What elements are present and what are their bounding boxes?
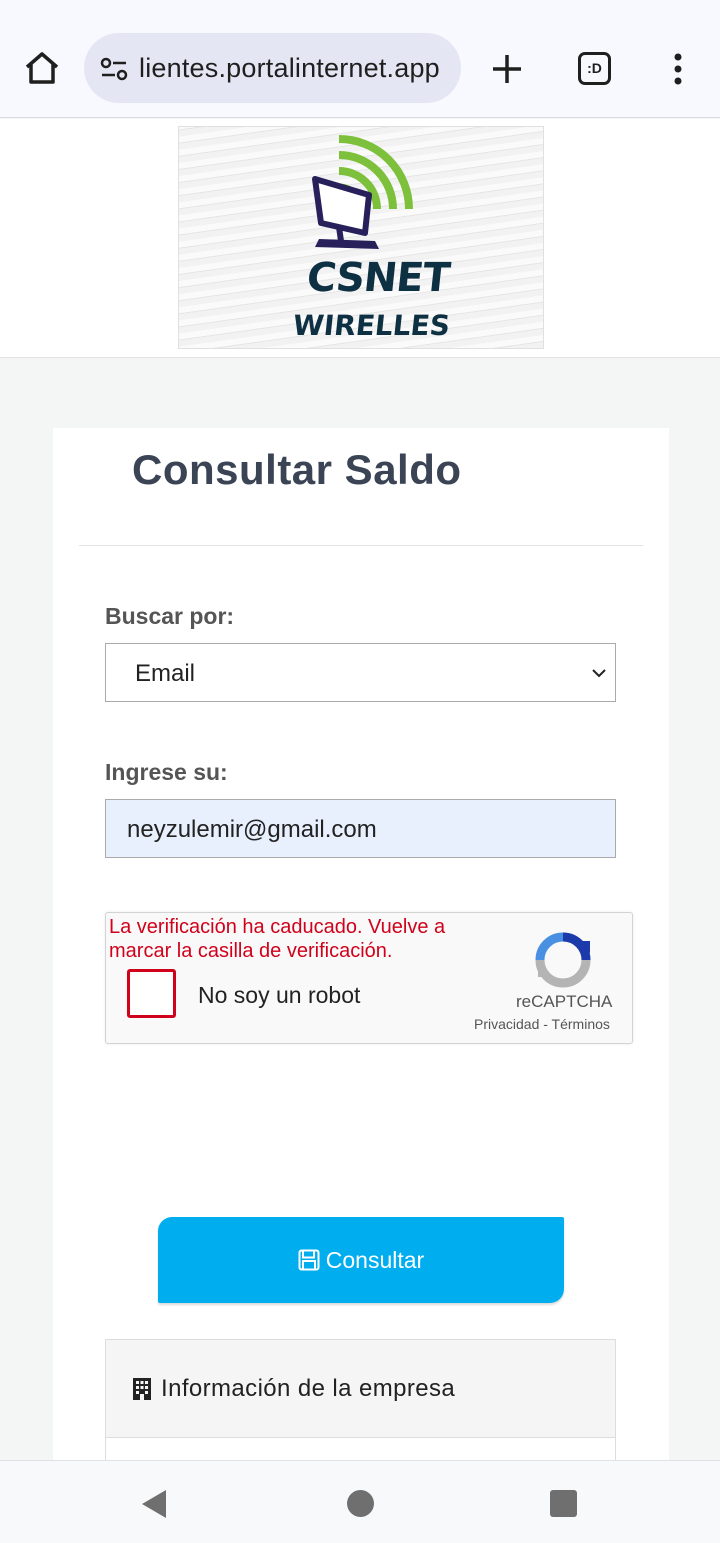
- enter-value-label: Ingrese su:: [105, 759, 228, 785]
- browser-toolbar: lientes.portalinternet.app :D: [0, 0, 720, 118]
- search-by-value: Email: [135, 660, 196, 687]
- nav-recents-icon[interactable]: [550, 1490, 577, 1517]
- recaptcha-label: No soy un robot: [198, 982, 361, 1008]
- consultar-button[interactable]: Consultar: [158, 1217, 564, 1303]
- divider: [79, 545, 643, 546]
- recaptcha-icon: [535, 932, 591, 988]
- tab-switcher-icon[interactable]: :D: [578, 52, 611, 85]
- recaptcha-links[interactable]: Privacidad - Términos: [474, 1016, 610, 1032]
- email-field[interactable]: neyzulemir@gmail.com: [105, 799, 616, 858]
- company-info-title: Información de la empresa: [161, 1375, 456, 1402]
- page-title: Consultar Saldo: [132, 446, 462, 493]
- new-tab-icon[interactable]: [490, 52, 524, 86]
- site-header: CSNET WIRELLES: [0, 119, 720, 358]
- logo-word-wirelles: WIRELLES: [291, 309, 452, 342]
- home-icon[interactable]: [22, 48, 62, 88]
- logo-word-csnet: CSNET: [304, 255, 452, 301]
- address-bar[interactable]: lientes.portalinternet.app: [84, 33, 461, 103]
- search-by-select[interactable]: Email: [105, 643, 616, 702]
- nav-back-icon[interactable]: [141, 1489, 167, 1519]
- recaptcha-widget: La verificación ha caducado. Vuelve a ma…: [105, 912, 633, 1044]
- building-icon: [133, 1378, 151, 1400]
- consultar-label: Consultar: [325, 1246, 425, 1273]
- nav-home-icon[interactable]: [347, 1490, 374, 1517]
- url-text: lientes.portalinternet.app: [139, 53, 440, 83]
- email-value: neyzulemir@gmail.com: [127, 816, 377, 843]
- recaptcha-error: La verificación ha caducado. Vuelve a ma…: [109, 916, 446, 962]
- recaptcha-brand: reCAPTCHA: [516, 992, 613, 1011]
- company-info-panel: Información de la empresa: [105, 1339, 616, 1469]
- balance-card: Consultar Saldo Buscar por: Email Ingres…: [53, 428, 669, 1469]
- recaptcha-checkbox[interactable]: [127, 969, 176, 1018]
- chevron-down-icon: [592, 669, 606, 678]
- save-icon: [298, 1249, 320, 1271]
- company-info-header[interactable]: Información de la empresa: [106, 1340, 615, 1438]
- site-settings-icon[interactable]: [100, 55, 128, 83]
- system-nav-bar: [0, 1460, 720, 1543]
- more-menu-icon[interactable]: [668, 52, 688, 86]
- search-by-label: Buscar por:: [105, 603, 235, 629]
- company-logo[interactable]: CSNET WIRELLES: [178, 126, 544, 349]
- tab-switcher-label: :D: [587, 60, 602, 76]
